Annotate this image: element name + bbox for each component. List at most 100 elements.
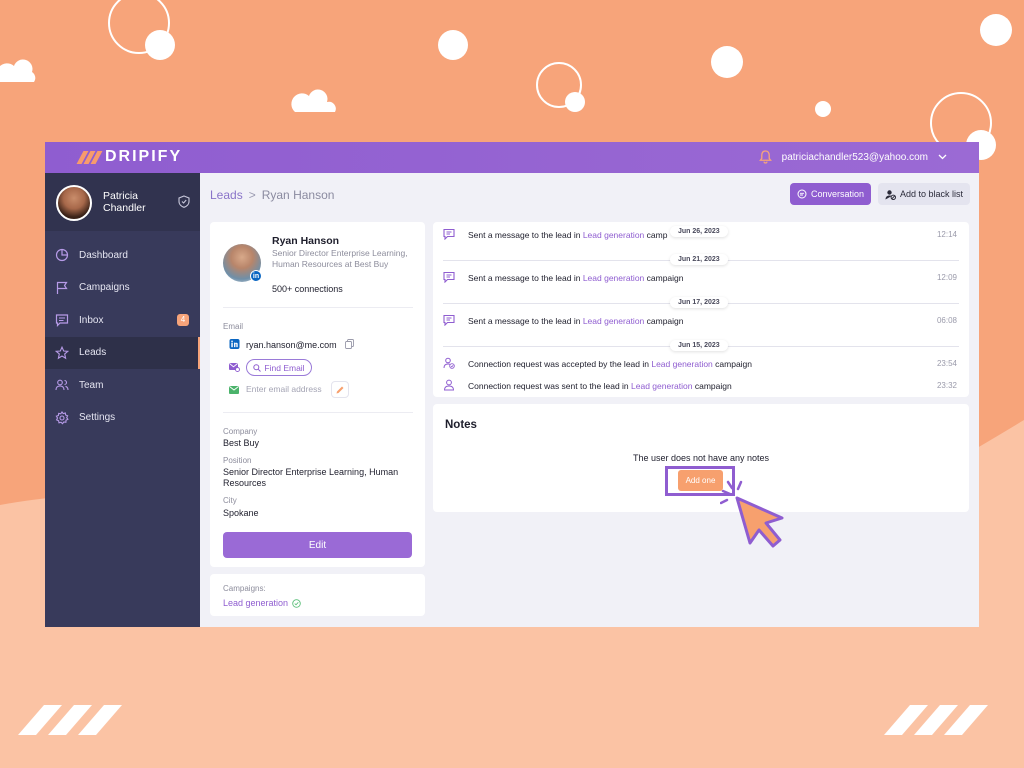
mail-search-icon [229, 363, 240, 372]
campaign-link[interactable]: Lead generation [631, 381, 692, 391]
lead-name: Ryan Hanson [272, 235, 340, 247]
message-icon [443, 271, 455, 283]
lead-connections: 500+ connections [272, 284, 343, 294]
user-email[interactable]: patriciachandler523@yahoo.com [782, 152, 928, 163]
campaigns-card: Campaigns: Lead generation [210, 574, 425, 616]
decoration-dot [815, 101, 831, 117]
sidebar-item-settings[interactable]: Settings [45, 402, 200, 435]
message-icon [443, 314, 455, 326]
campaigns-label: Campaigns: [223, 584, 266, 593]
logo-mark-icon [76, 150, 103, 164]
cursor-pointer-icon [720, 480, 784, 548]
position-label: Position [223, 456, 252, 465]
blacklist-label: Add to black list [899, 189, 964, 199]
star-icon [55, 345, 69, 360]
user-name: Patricia Chandler [103, 190, 146, 214]
user-block-icon [885, 189, 896, 200]
sidebar-item-label: Inbox [79, 314, 104, 326]
sidebar-item-label: Campaigns [79, 282, 130, 294]
date-separator: Jun 26, 2023 [670, 226, 728, 237]
activity-item: Connection request was accepted by the l… [433, 353, 969, 373]
sidebar-item-team[interactable]: Team [45, 369, 200, 402]
find-email-label: Find Email [264, 362, 305, 373]
divider [223, 307, 413, 308]
message-icon [443, 228, 455, 240]
sidebar-item-inbox[interactable]: Inbox 4 [45, 304, 200, 337]
company-label: Company [223, 427, 258, 436]
chat-icon [797, 189, 807, 199]
decoration-dot [980, 14, 1012, 46]
activity-feed: Sent a message to the lead in Lead gener… [433, 222, 969, 397]
decoration-dot [565, 92, 585, 112]
sidebar-nav: Dashboard Campaigns Inbox 4 Leads Team S… [45, 239, 200, 434]
add-to-blacklist-button[interactable]: Add to black list [878, 183, 970, 205]
linkedin-icon [229, 339, 240, 349]
activity-text: Sent a message to the lead in Lead gener… [468, 230, 668, 240]
decoration-dot [711, 46, 743, 78]
activity-time: 12:09 [936, 273, 957, 282]
sidebar-item-label: Settings [79, 412, 116, 424]
bell-icon[interactable] [758, 150, 772, 164]
activity-time: 06:08 [936, 316, 957, 325]
sidebar-profile[interactable]: Patricia Chandler [45, 173, 200, 231]
brand-name: DRIPIFY [105, 148, 183, 165]
lead-email[interactable]: ryan.hanson@me.com [246, 340, 337, 350]
edit-button[interactable]: Edit [223, 532, 412, 558]
activity-text: Sent a message to the lead in Lead gener… [468, 316, 684, 326]
inbox-count-badge: 4 [177, 314, 189, 326]
sidebar-item-campaigns[interactable]: Campaigns [45, 272, 200, 305]
gear-icon [55, 410, 69, 425]
flag-icon [56, 281, 68, 294]
sidebar-item-leads[interactable]: Leads [45, 336, 200, 369]
decoration-dot [145, 30, 175, 60]
campaign-name: Lead generation [223, 598, 289, 608]
campaign-link[interactable]: Lead generation [223, 598, 301, 608]
message-icon [55, 314, 69, 328]
copy-icon[interactable] [345, 339, 354, 349]
conversation-button[interactable]: Conversation [790, 183, 871, 205]
campaign-link[interactable]: Lead generation [583, 230, 644, 240]
campaign-link[interactable]: Lead generation [583, 273, 644, 283]
chevron-down-icon[interactable] [938, 154, 947, 160]
breadcrumb-root[interactable]: Leads [210, 188, 243, 202]
activity-time: 12:14 [936, 230, 957, 239]
breadcrumb-separator: > [248, 188, 256, 202]
lead-details-card: in Ryan Hanson Senior Director Enterpris… [210, 222, 425, 567]
activity-text: Sent a message to the lead in Lead gener… [468, 273, 684, 283]
city-label: City [223, 496, 237, 505]
decoration-dot [438, 30, 468, 60]
city-value: Spokane [223, 508, 259, 518]
edit-email-button[interactable] [331, 381, 349, 398]
notes-card: Notes The user does not have any notes A… [433, 404, 969, 512]
date-separator: Jun 15, 2023 [670, 340, 728, 351]
campaign-link[interactable]: Lead generation [583, 316, 644, 326]
date-separator: Jun 21, 2023 [670, 254, 728, 265]
shield-icon[interactable] [178, 195, 190, 208]
sidebar-item-label: Team [79, 379, 104, 391]
search-icon [253, 363, 262, 372]
user-icon [443, 379, 455, 391]
date-separator: Jun 17, 2023 [670, 297, 728, 308]
sidebar-item-label: Leads [79, 347, 107, 359]
activity-time: 23:32 [936, 381, 957, 390]
email-label: Email [223, 322, 244, 331]
linkedin-icon: in [250, 270, 262, 282]
campaign-link[interactable]: Lead generation [651, 359, 712, 369]
company-value: Best Buy [223, 438, 260, 448]
users-icon [55, 379, 69, 391]
find-email-button[interactable]: Find Email [246, 359, 312, 376]
notes-title: Notes [445, 419, 477, 431]
sidebar: Patricia Chandler Dashboard Campaigns In… [45, 173, 200, 627]
account-menu[interactable]: patriciachandler523@yahoo.com [758, 150, 947, 164]
pie-chart-icon [55, 249, 69, 262]
brand-logo[interactable]: DRIPIFY [76, 148, 183, 166]
avatar[interactable] [56, 185, 92, 221]
activity-time: 23:54 [936, 359, 957, 368]
user-check-icon [443, 357, 455, 369]
notes-empty-text: The user does not have any notes [632, 453, 770, 463]
sidebar-item-dashboard[interactable]: Dashboard [45, 239, 200, 272]
app-window: DRIPIFY patriciachandler523@yahoo.com Pa… [45, 142, 979, 627]
divider [223, 412, 413, 413]
add-note-button[interactable]: Add one [678, 470, 723, 491]
email-input[interactable]: Enter email address [246, 384, 322, 394]
